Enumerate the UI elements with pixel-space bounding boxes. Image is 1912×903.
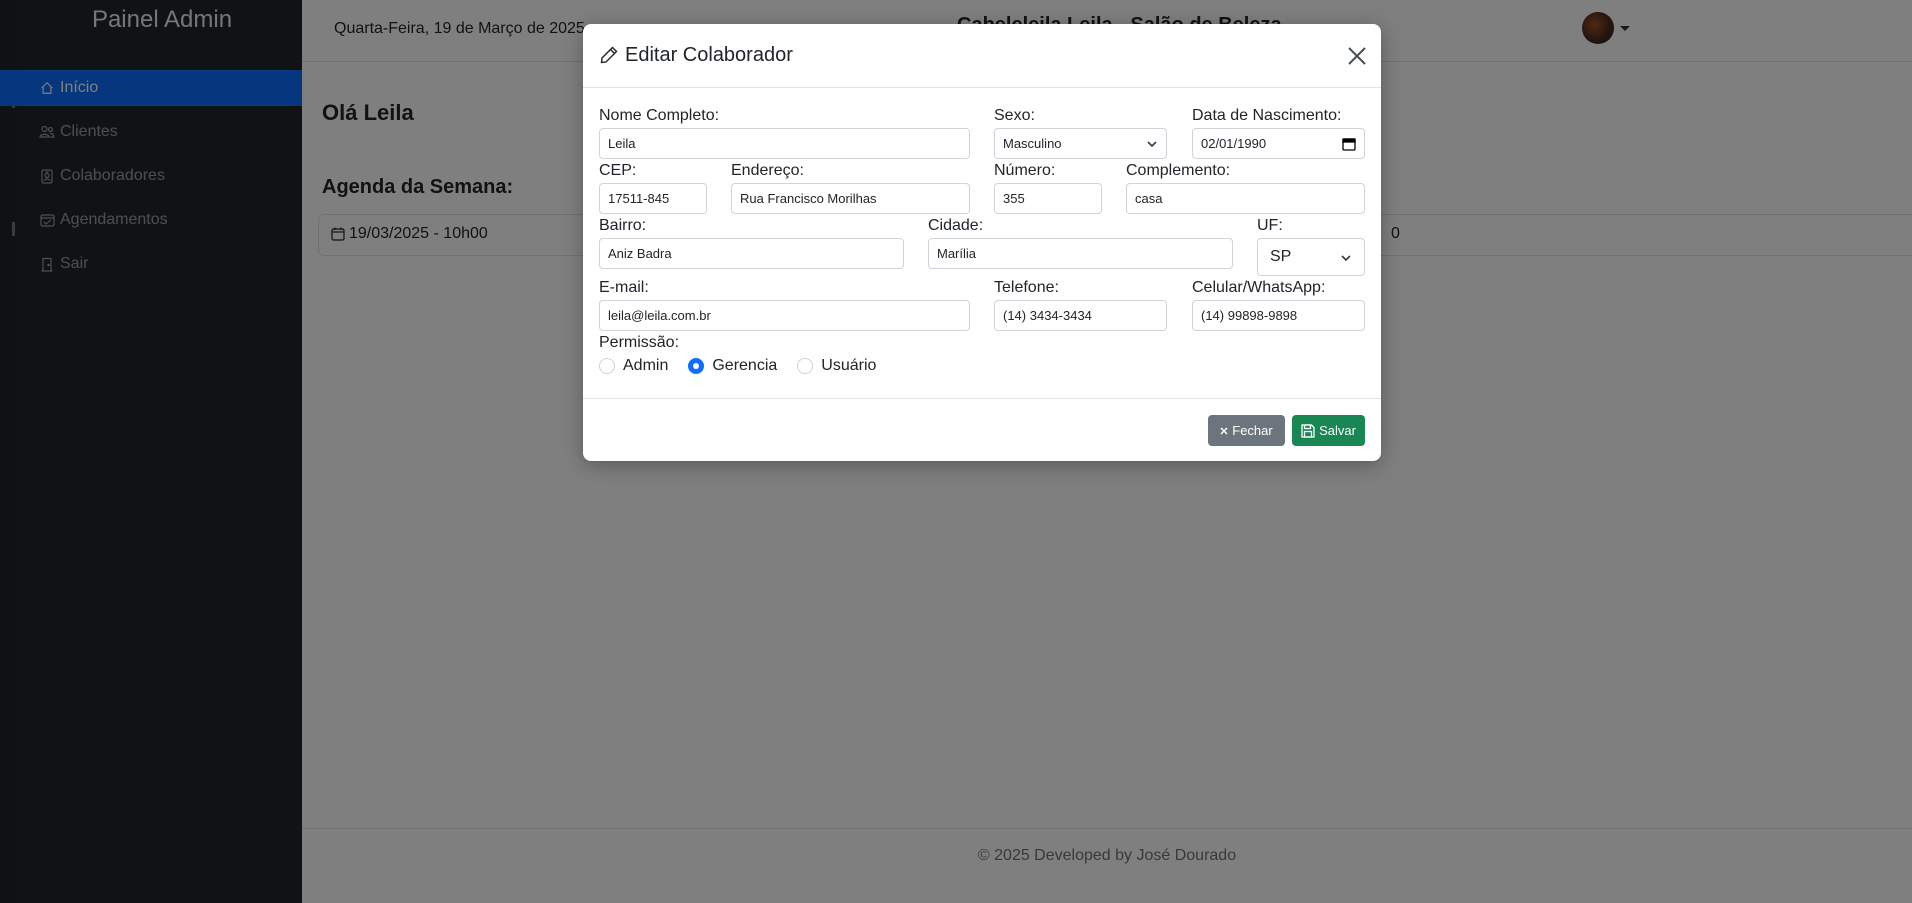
bairro-label: Bairro: [599, 217, 647, 234]
modal-title-text: Editar Colaborador [625, 44, 793, 66]
celular-label: Celular/WhatsApp: [1192, 279, 1326, 296]
complemento-field[interactable]: casa [1126, 183, 1365, 214]
email-label: E-mail: [599, 279, 649, 296]
telefone-field[interactable]: (14) 3434-3434 [994, 300, 1167, 331]
modal-header: Editar Colaborador [583, 24, 1381, 88]
nascimento-value: 02/01/1990 [1201, 136, 1267, 151]
chevron-down-icon [1340, 251, 1352, 263]
uf-value: SP [1270, 248, 1292, 265]
endereco-field[interactable]: Rua Francisco Morilhas [731, 183, 970, 214]
uf-label: UF: [1257, 217, 1283, 234]
floppy-disk-icon [1301, 423, 1315, 438]
nascimento-date-input[interactable]: 02/01/1990 [1192, 128, 1365, 159]
radio-admin[interactable] [599, 358, 615, 374]
endereco-label: Endereço: [731, 162, 804, 179]
telefone-label: Telefone: [994, 279, 1059, 296]
permissao-radio-group: Admin Gerencia Usuário [599, 357, 896, 375]
modal-footer: Fechar Salvar [583, 398, 1381, 461]
sexo-label: Sexo: [994, 107, 1035, 124]
radio-option-usuario[interactable]: Usuário [797, 357, 876, 375]
close-icon[interactable] [1347, 46, 1367, 66]
x-icon [1220, 426, 1228, 435]
chevron-down-icon [1146, 138, 1158, 150]
cidade-field[interactable]: Marília [928, 238, 1233, 269]
nascimento-label: Data de Nascimento: [1192, 107, 1342, 124]
complemento-label: Complemento: [1126, 162, 1231, 179]
radio-label: Usuário [821, 357, 877, 374]
radio-label: Gerencia [712, 357, 778, 374]
numero-label: Número: [994, 162, 1056, 179]
permissao-label: Permissão: [599, 334, 680, 351]
modal-title: Editar Colaborador [599, 44, 793, 67]
calendar-icon[interactable] [1342, 137, 1356, 151]
radio-option-admin[interactable]: Admin [599, 357, 668, 375]
sexo-select[interactable]: Masculino [994, 128, 1167, 159]
celular-field[interactable]: (14) 99898-9898 [1192, 300, 1365, 331]
edit-collaborator-modal: Editar Colaborador Nome Completo: Leila … [583, 24, 1381, 461]
save-button[interactable]: Salvar [1292, 415, 1365, 446]
email-field[interactable]: leila@leila.com.br [599, 300, 970, 331]
radio-usuario[interactable] [797, 358, 814, 374]
close-button[interactable]: Fechar [1208, 415, 1285, 446]
cep-label: CEP: [599, 162, 637, 179]
cidade-label: Cidade: [928, 217, 984, 234]
uf-select[interactable]: SP [1257, 238, 1365, 276]
bairro-field[interactable]: Aniz Badra [599, 238, 904, 269]
pencil-icon [599, 45, 621, 67]
nome-field[interactable]: Leila [599, 128, 970, 159]
numero-field[interactable]: 355 [994, 183, 1102, 214]
radio-gerencia[interactable] [688, 358, 705, 374]
save-button-label: Salvar [1319, 423, 1356, 438]
close-button-label: Fechar [1232, 423, 1273, 438]
radio-label: Admin [623, 357, 669, 374]
cep-field[interactable]: 17511-845 [599, 183, 707, 214]
nome-label: Nome Completo: [599, 107, 720, 124]
sexo-value: Masculino [1003, 136, 1062, 151]
radio-option-gerencia[interactable]: Gerencia [688, 357, 777, 375]
